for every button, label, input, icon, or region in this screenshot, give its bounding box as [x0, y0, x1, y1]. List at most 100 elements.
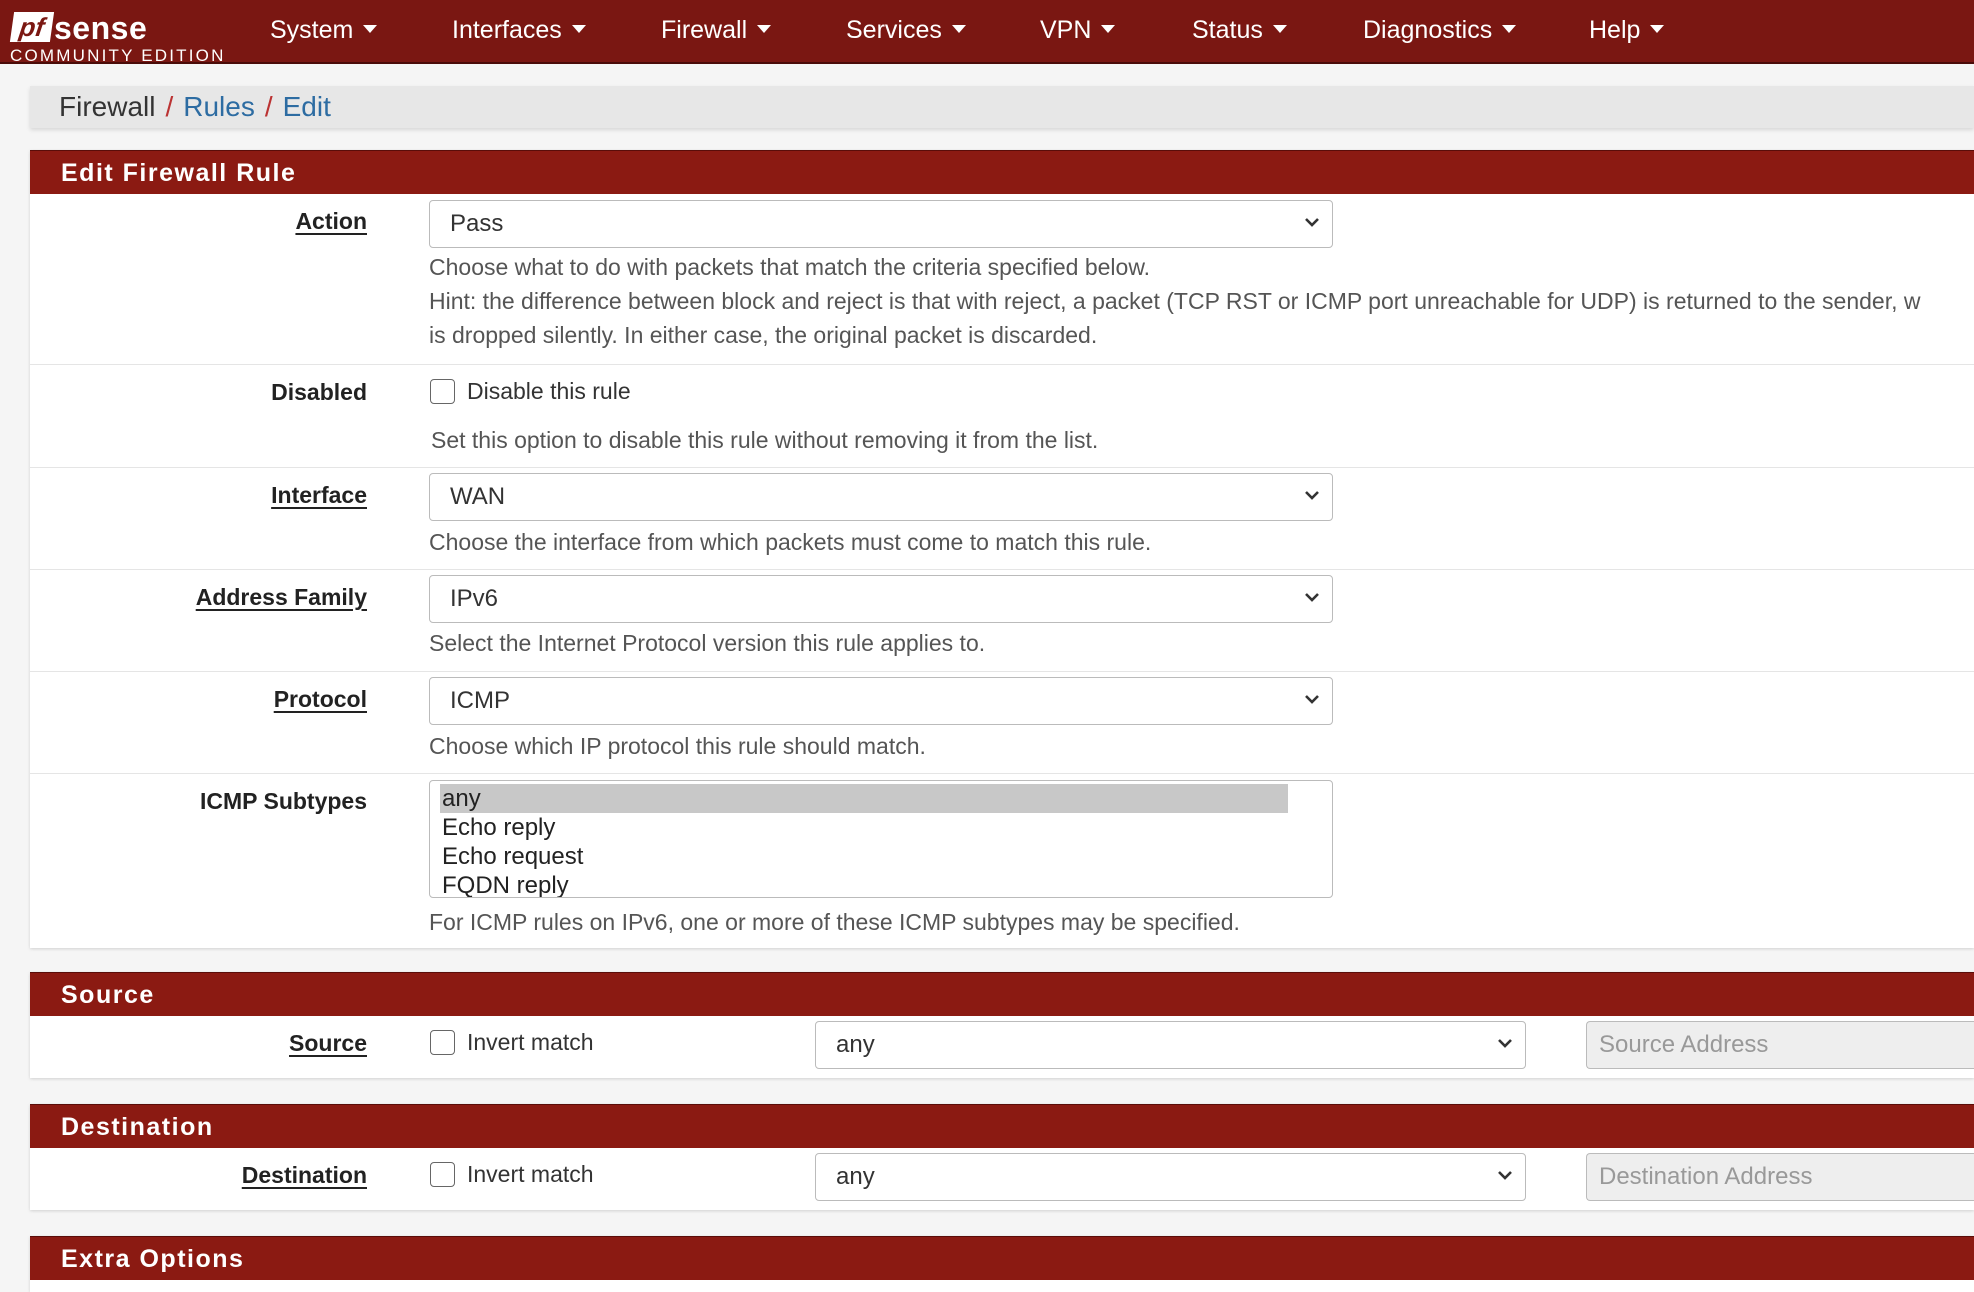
action-help-3: is dropped silently. In either case, the…	[429, 322, 1098, 348]
destination-label[interactable]: Destination	[242, 1162, 367, 1189]
source-type-value: any	[836, 1031, 875, 1058]
destination-type-select[interactable]: any	[815, 1153, 1526, 1201]
protocol-label[interactable]: Protocol	[274, 686, 367, 713]
source-label[interactable]: Source	[289, 1030, 367, 1057]
source-address-input[interactable]: Source Address	[1586, 1021, 1974, 1069]
nav-label: Diagnostics	[1363, 16, 1493, 44]
row-source: Source Invert match any Source Address	[30, 1016, 1974, 1078]
nav-firewall[interactable]: Firewall	[661, 16, 772, 45]
panel-heading-edit-rule: Edit Firewall Rule	[30, 150, 1974, 194]
action-label[interactable]: Action	[295, 208, 367, 235]
destination-panel: Destination Destination Invert match any…	[30, 1104, 1974, 1210]
nav-label: Status	[1192, 16, 1263, 44]
caret-down-icon	[363, 25, 378, 34]
chevron-down-icon	[1305, 491, 1319, 500]
destination-invert-option[interactable]: Invert match	[430, 1160, 594, 1188]
protocol-help: Choose which IP protocol this rule shoul…	[429, 733, 926, 759]
destination-type-value: any	[836, 1163, 875, 1190]
icmp-option-echo-reply[interactable]: Echo reply	[440, 813, 1288, 842]
nav-diagnostics[interactable]: Diagnostics	[1363, 16, 1517, 45]
disabled-label: Disabled	[271, 379, 367, 405]
source-type-select[interactable]: any	[815, 1021, 1526, 1069]
destination-invert-checkbox[interactable]	[430, 1162, 455, 1188]
address-family-label[interactable]: Address Family	[196, 584, 367, 611]
disable-rule-checkbox[interactable]	[430, 379, 455, 405]
action-help-1: Choose what to do with packets that matc…	[429, 254, 1151, 280]
nav-vpn[interactable]: VPN	[1040, 16, 1116, 45]
action-select[interactable]: Pass	[429, 200, 1333, 248]
action-help-2: Hint: the difference between block and r…	[429, 288, 1921, 314]
caret-down-icon	[1272, 25, 1287, 34]
protocol-select-value: ICMP	[450, 687, 510, 714]
nav-label: Services	[846, 16, 942, 44]
logo-edition-text: COMMUNITY EDITION	[10, 46, 226, 65]
caret-down-icon	[571, 25, 586, 34]
caret-down-icon	[1101, 25, 1116, 34]
action-select-value: Pass	[450, 210, 504, 237]
nav-help[interactable]: Help	[1589, 16, 1665, 45]
address-family-select[interactable]: IPv6	[429, 575, 1333, 623]
row-address-family: Address Family IPv6 Select the Internet …	[30, 570, 1974, 672]
row-protocol: Protocol ICMP Choose which IP protocol t…	[30, 672, 1974, 774]
source-invert-label: Invert match	[467, 1029, 594, 1056]
breadcrumb-edit-link[interactable]: Edit	[283, 91, 331, 122]
source-panel: Source Source Invert match any Source Ad…	[30, 972, 1974, 1078]
interface-select-value: WAN	[450, 483, 506, 510]
logo-pf-mark: pf	[9, 12, 55, 42]
destination-address-placeholder: Destination Address	[1599, 1163, 1813, 1190]
nav-label: System	[270, 16, 354, 44]
row-disabled: Disabled Disable this rule Set this opti…	[30, 365, 1974, 468]
nav-label: Help	[1589, 16, 1641, 44]
icmp-subtypes-label: ICMP Subtypes	[200, 788, 367, 814]
panel-heading-source: Source	[30, 972, 1974, 1016]
extra-options-panel: Extra Options	[30, 1236, 1974, 1292]
row-icmp-subtypes: ICMP Subtypes any Echo reply Echo reques…	[30, 774, 1974, 947]
breadcrumb-firewall: Firewall	[59, 91, 156, 122]
caret-down-icon	[757, 25, 772, 34]
interface-label[interactable]: Interface	[271, 482, 367, 509]
top-navbar: pf sense COMMUNITY EDITION System Interf…	[0, 0, 1974, 65]
nav-services[interactable]: Services	[846, 16, 966, 45]
interface-help: Choose the interface from which packets …	[429, 529, 1152, 555]
nav-interfaces[interactable]: Interfaces	[452, 16, 586, 45]
disabled-help: Set this option to disable this rule wit…	[431, 427, 1099, 453]
icmp-option-fqdn-reply[interactable]: FQDN reply	[440, 871, 1288, 897]
row-action: Action Pass Choose what to do with packe…	[30, 194, 1974, 365]
edit-rule-panel: Edit Firewall Rule Action Pass Choose wh…	[30, 150, 1974, 948]
nav-status[interactable]: Status	[1192, 16, 1287, 45]
caret-down-icon	[1650, 25, 1665, 34]
icmp-subtypes-help: For ICMP rules on IPv6, one or more of t…	[429, 909, 1240, 935]
nav-label: Firewall	[661, 16, 748, 44]
nav-label: VPN	[1040, 16, 1092, 44]
nav-system[interactable]: System	[270, 16, 378, 45]
chevron-down-icon	[1305, 593, 1319, 602]
chevron-down-icon	[1498, 1171, 1512, 1180]
breadcrumb-separator: /	[264, 91, 273, 122]
source-invert-option[interactable]: Invert match	[430, 1028, 594, 1056]
destination-address-input[interactable]: Destination Address	[1586, 1153, 1974, 1201]
row-interface: Interface WAN Choose the interface from …	[30, 468, 1974, 570]
destination-invert-label: Invert match	[467, 1161, 594, 1188]
icmp-option-any[interactable]: any	[440, 784, 1288, 813]
protocol-select[interactable]: ICMP	[429, 677, 1333, 725]
disable-rule-option[interactable]: Disable this rule	[430, 377, 631, 405]
chevron-down-icon	[1305, 218, 1319, 227]
icmp-subtypes-listbox[interactable]: any Echo reply Echo request FQDN reply	[429, 780, 1333, 898]
panel-heading-destination: Destination	[30, 1104, 1974, 1148]
breadcrumb-separator: /	[165, 91, 174, 122]
disable-rule-checkbox-label: Disable this rule	[467, 378, 631, 405]
panel-heading-extra-options: Extra Options	[30, 1236, 1974, 1280]
icmp-option-echo-request[interactable]: Echo request	[440, 842, 1288, 871]
address-family-help: Select the Internet Protocol version thi…	[429, 630, 986, 656]
nav-label: Interfaces	[452, 16, 562, 44]
logo-sense-text: sense	[54, 10, 148, 46]
source-invert-checkbox[interactable]	[430, 1030, 455, 1056]
chevron-down-icon	[1305, 695, 1319, 704]
pfsense-logo[interactable]: pf sense COMMUNITY EDITION	[8, 4, 248, 65]
interface-select[interactable]: WAN	[429, 473, 1333, 521]
caret-down-icon	[951, 25, 966, 34]
breadcrumb: Firewall / Rules / Edit	[30, 86, 1974, 128]
source-address-placeholder: Source Address	[1599, 1031, 1769, 1058]
row-destination: Destination Invert match any Destination…	[30, 1148, 1974, 1210]
breadcrumb-rules-link[interactable]: Rules	[183, 91, 255, 122]
